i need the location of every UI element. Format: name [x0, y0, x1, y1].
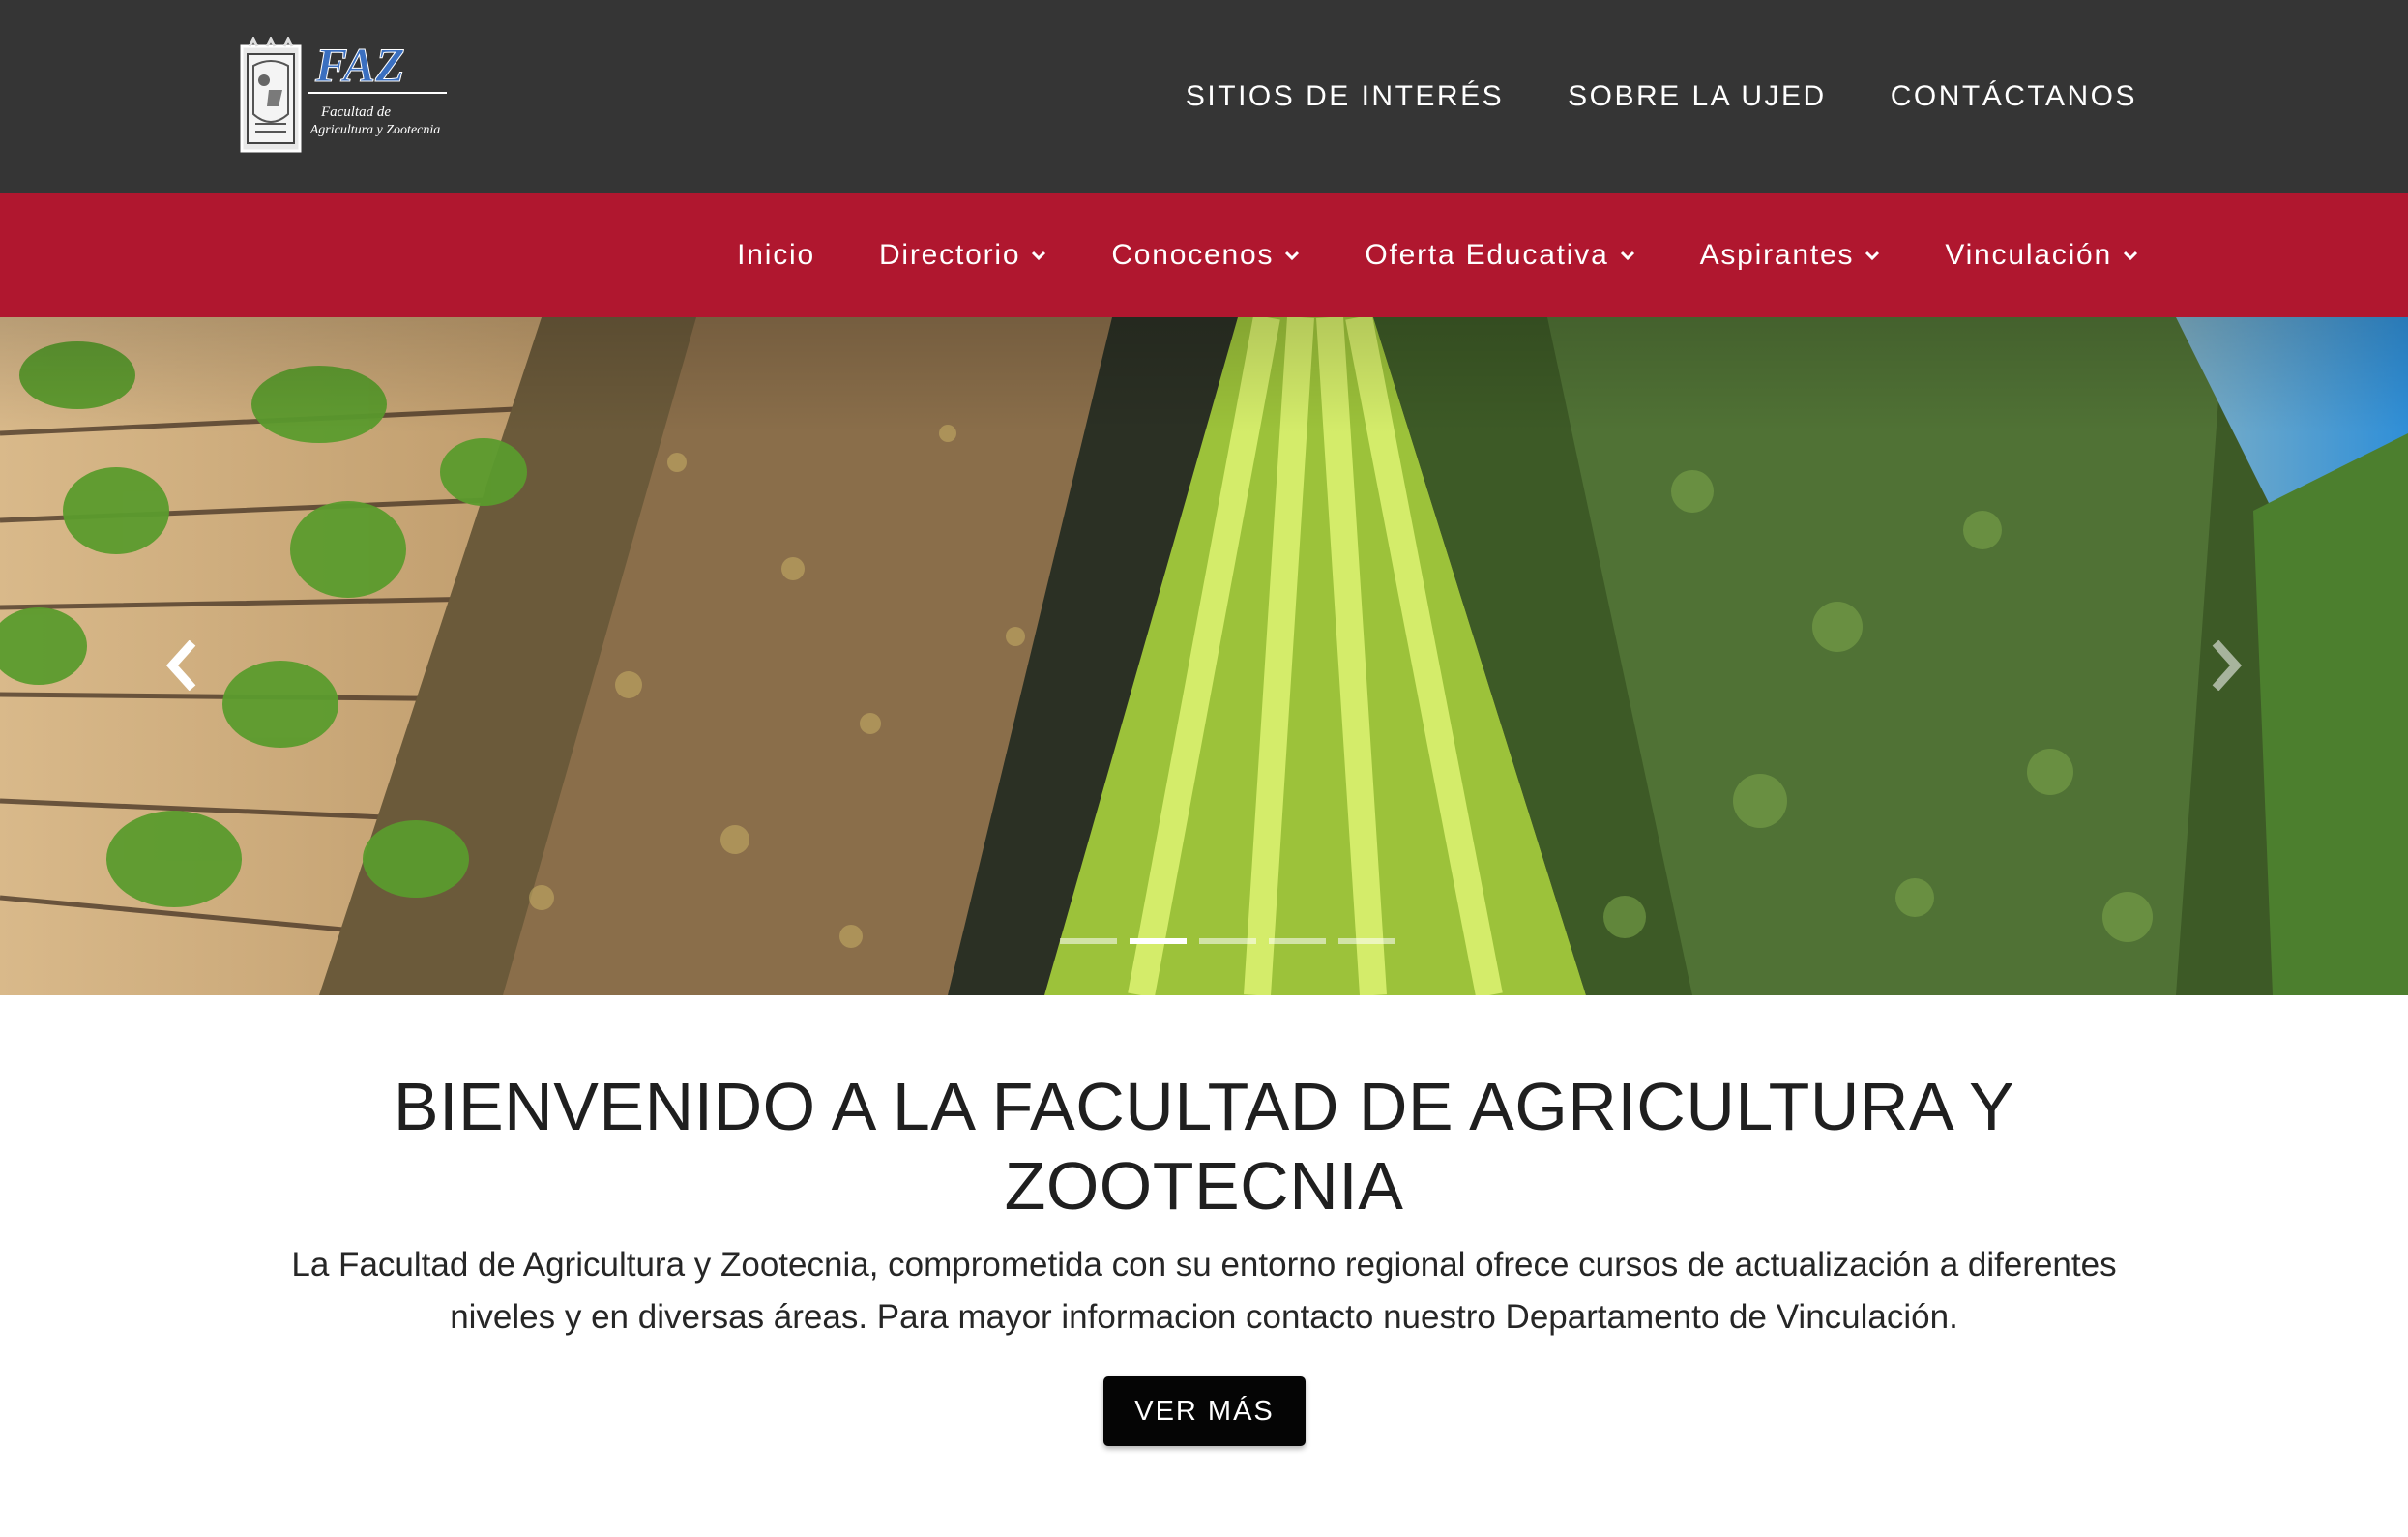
chevron-down-icon	[1865, 251, 1880, 261]
welcome-title: BIENVENIDO A LA FACULTAD DE AGRICULTURA …	[393, 1069, 2015, 1224]
chevron-down-icon	[1620, 251, 1634, 261]
svg-text:Facultad de: Facultad de	[320, 104, 391, 120]
nav-item-label: Conocenos	[1111, 239, 1275, 271]
ver-mas-button[interactable]: VER MÁS	[1103, 1376, 1306, 1446]
chevron-down-icon	[1032, 251, 1046, 261]
nav-item-vinculacion[interactable]: Vinculación	[1945, 239, 2139, 272]
nav-item-label: Inicio	[737, 239, 815, 271]
top-link-ujed[interactable]: SOBRE LA UJED	[1568, 80, 1827, 113]
nav-item-label: Vinculación	[1945, 239, 2112, 271]
carousel-indicator[interactable]	[1269, 938, 1326, 944]
chevron-left-icon	[165, 640, 196, 691]
carousel-indicator[interactable]	[1060, 938, 1117, 944]
carousel-indicator-active[interactable]	[1130, 938, 1187, 944]
nav-item-directorio[interactable]: Directorio	[879, 239, 1047, 272]
top-link-contactanos[interactable]: CONTÁCTANOS	[1891, 80, 2137, 113]
main-navigation: Inicio Directorio Conocenos Oferta Educa…	[0, 193, 2408, 317]
chevron-down-icon	[1285, 251, 1300, 261]
top-link-sitios[interactable]: SITIOS DE INTERÉS	[1186, 80, 1504, 113]
carousel-slide-image	[0, 317, 2408, 995]
welcome-text: La Facultad de Agricultura y Zootecnia, …	[291, 1246, 2117, 1336]
nav-item-conocenos[interactable]: Conocenos	[1111, 239, 1301, 272]
nav-item-inicio[interactable]: Inicio	[737, 239, 815, 272]
svg-text:Agricultura y Zootecnia: Agricultura y Zootecnia	[309, 123, 441, 137]
nav-item-oferta-educativa[interactable]: Oferta Educativa	[1365, 239, 1635, 272]
nav-item-label: Aspirantes	[1699, 239, 1855, 271]
top-links: SITIOS DE INTERÉS SOBRE LA UJED CONTÁCTA…	[1186, 0, 2137, 193]
welcome-section: BIENVENIDO A LA FACULTAD DE AGRICULTURA …	[0, 995, 2408, 1537]
chevron-right-icon	[2212, 640, 2243, 691]
carousel-indicator[interactable]	[1338, 938, 1395, 944]
carousel-indicator[interactable]	[1199, 938, 1256, 944]
nav-item-label: Directorio	[878, 239, 1021, 271]
hero-carousel	[0, 317, 2408, 995]
faz-logo-graphic: FAZ Facultad de Agricultura y Zootecnia	[240, 35, 447, 153]
nav-item-aspirantes[interactable]: Aspirantes	[1700, 239, 1882, 272]
nav-item-label: Oferta Educativa	[1365, 239, 1609, 271]
carousel-next-button[interactable]	[2199, 627, 2257, 704]
chevron-down-icon	[2123, 251, 2138, 261]
top-header: FAZ Facultad de Agricultura y Zootecnia …	[0, 0, 2408, 193]
faz-logo[interactable]: FAZ Facultad de Agricultura y Zootecnia	[240, 35, 449, 157]
carousel-prev-button[interactable]	[151, 627, 209, 704]
svg-text:FAZ: FAZ	[314, 38, 405, 92]
carousel-indicators	[1060, 938, 1395, 944]
